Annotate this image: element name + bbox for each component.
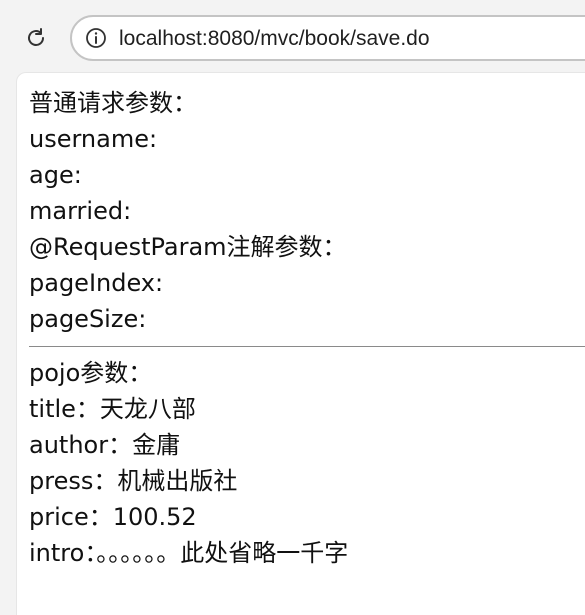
section-heading-pojo: pojo参数： — [29, 359, 153, 387]
press-line: press：机械出版社 — [29, 467, 238, 495]
intro-line: intro：。。。。。。此处省略一千字 — [29, 539, 349, 567]
reload-button[interactable] — [24, 26, 48, 50]
price-line: price：100.52 — [29, 503, 197, 531]
username-line: username: — [29, 125, 158, 153]
author-line: author：金庸 — [29, 431, 181, 459]
page-viewport: 普通请求参数： username: age: married: @Request… — [16, 72, 585, 615]
title-line: title：天龙八部 — [29, 395, 196, 423]
divider — [29, 346, 585, 347]
info-icon[interactable] — [85, 27, 107, 49]
section-heading-normal-params: 普通请求参数： — [29, 89, 197, 117]
browser-toolbar: localhost:8080/mvc/book/save.do — [0, 0, 585, 72]
section-heading-requestparam: @RequestParam注解参数： — [29, 233, 347, 261]
age-line: age: — [29, 161, 82, 189]
url-text[interactable]: localhost:8080/mvc/book/save.do — [119, 26, 430, 52]
married-line: married: — [29, 197, 132, 225]
address-bar[interactable]: localhost:8080/mvc/book/save.do — [70, 15, 585, 61]
page-content: 普通请求参数： username: age: married: @Request… — [29, 85, 585, 571]
reload-icon — [28, 28, 44, 46]
pageindex-line: pageIndex: — [29, 269, 164, 297]
pagesize-line: pageSize: — [29, 305, 147, 333]
